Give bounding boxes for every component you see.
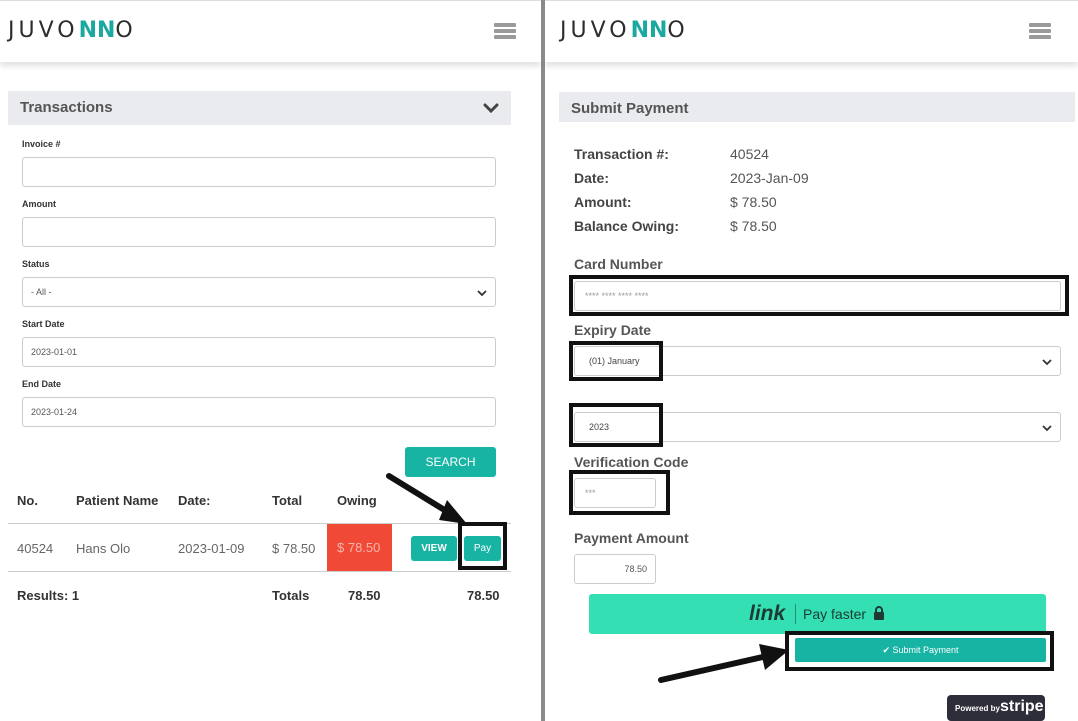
card-number-label: Card Number [574, 256, 663, 272]
col-header-total: Total [272, 493, 303, 508]
juvonno-logo: JUVONNO [8, 18, 137, 43]
stripe-logo: stripe [1000, 698, 1044, 715]
submit-highlight-box [785, 631, 1054, 671]
link-separator [795, 604, 796, 624]
cell-total: $ 78.50 [272, 541, 316, 556]
end-date-label: End Date [22, 379, 62, 389]
lock-icon [874, 606, 884, 620]
view-button[interactable]: VIEW [411, 536, 457, 561]
start-date-input[interactable]: 2023-01-01 [22, 337, 496, 367]
cvc-label: Verification Code [574, 454, 689, 470]
col-header-date: Date: [178, 493, 211, 508]
year-highlight-box [569, 403, 663, 447]
section-title: Transactions [20, 99, 113, 116]
chevron-down-icon [1042, 425, 1052, 432]
transactions-panel: JUVONNO Transactions Invoice # Amount St… [0, 0, 541, 721]
annotation-arrow-icon [658, 644, 789, 683]
cell-date: 2023-01-09 [178, 541, 245, 556]
annotation-arrow-icon [386, 473, 467, 524]
transaction-label: Transaction #: [574, 146, 669, 162]
col-header-owing: Owing [337, 493, 377, 508]
date-value: 2023-Jan-09 [730, 170, 809, 186]
chevron-down-icon[interactable] [483, 100, 499, 116]
card-highlight-box [569, 275, 1069, 316]
totals-total: 78.50 [348, 588, 381, 603]
powered-by-text: Powered by [955, 704, 1000, 713]
amount-value: $ 78.50 [730, 194, 777, 210]
link-pay-faster-button[interactable]: link Pay faster [589, 594, 1046, 634]
row-divider [8, 571, 511, 572]
link-text: Pay faster [803, 606, 867, 622]
payment-amount-input[interactable]: 78.50 [574, 554, 656, 584]
top-bar: JUVONNO [0, 0, 541, 62]
transaction-value: 40524 [730, 146, 769, 162]
payment-amount-label: Payment Amount [574, 530, 689, 546]
submit-payment-panel: JUVONNO Submit Payment Transaction #: 40… [545, 0, 1078, 721]
hamburger-menu-icon[interactable] [1029, 23, 1051, 40]
juvonno-logo: JUVONNO [560, 18, 689, 43]
status-label: Status [22, 259, 50, 269]
end-date-input[interactable]: 2023-01-24 [22, 397, 496, 427]
transactions-header[interactable]: Transactions [8, 91, 511, 125]
cell-owing: $ 78.50 [327, 524, 392, 571]
start-date-label: Start Date [22, 319, 65, 329]
powered-by-stripe-badge[interactable]: Powered by stripe [947, 695, 1045, 721]
balance-label: Balance Owing: [574, 218, 680, 234]
submit-payment-header: Submit Payment [559, 92, 1075, 122]
col-header-patient: Patient Name [76, 493, 159, 508]
chevron-down-icon [1042, 359, 1052, 366]
totals-label: Totals [272, 588, 310, 603]
col-header-no: No. [17, 493, 38, 508]
status-select[interactable]: - All - [22, 277, 496, 307]
section-title: Submit Payment [571, 100, 689, 117]
invoice-label: Invoice # [22, 139, 61, 149]
results-count: Results: 1 [17, 588, 80, 603]
invoice-input[interactable] [22, 157, 496, 187]
month-highlight-box [569, 341, 663, 381]
expiry-label: Expiry Date [574, 322, 652, 338]
amount-input[interactable] [22, 217, 496, 247]
cvc-highlight-box [569, 470, 670, 515]
cell-no: 40524 [17, 541, 54, 556]
amount-label: Amount [22, 199, 56, 209]
status-value: - All - [31, 287, 52, 297]
totals-owing: 78.50 [467, 588, 500, 603]
balance-value: $ 78.50 [730, 218, 777, 234]
link-logo: link [749, 602, 786, 625]
cell-patient: Hans Olo [76, 541, 131, 556]
date-label: Date: [574, 170, 610, 186]
hamburger-menu-icon[interactable] [494, 23, 516, 40]
top-bar: JUVONNO [545, 0, 1078, 62]
chevron-down-icon [477, 290, 487, 297]
amount-label: Amount: [574, 194, 632, 210]
